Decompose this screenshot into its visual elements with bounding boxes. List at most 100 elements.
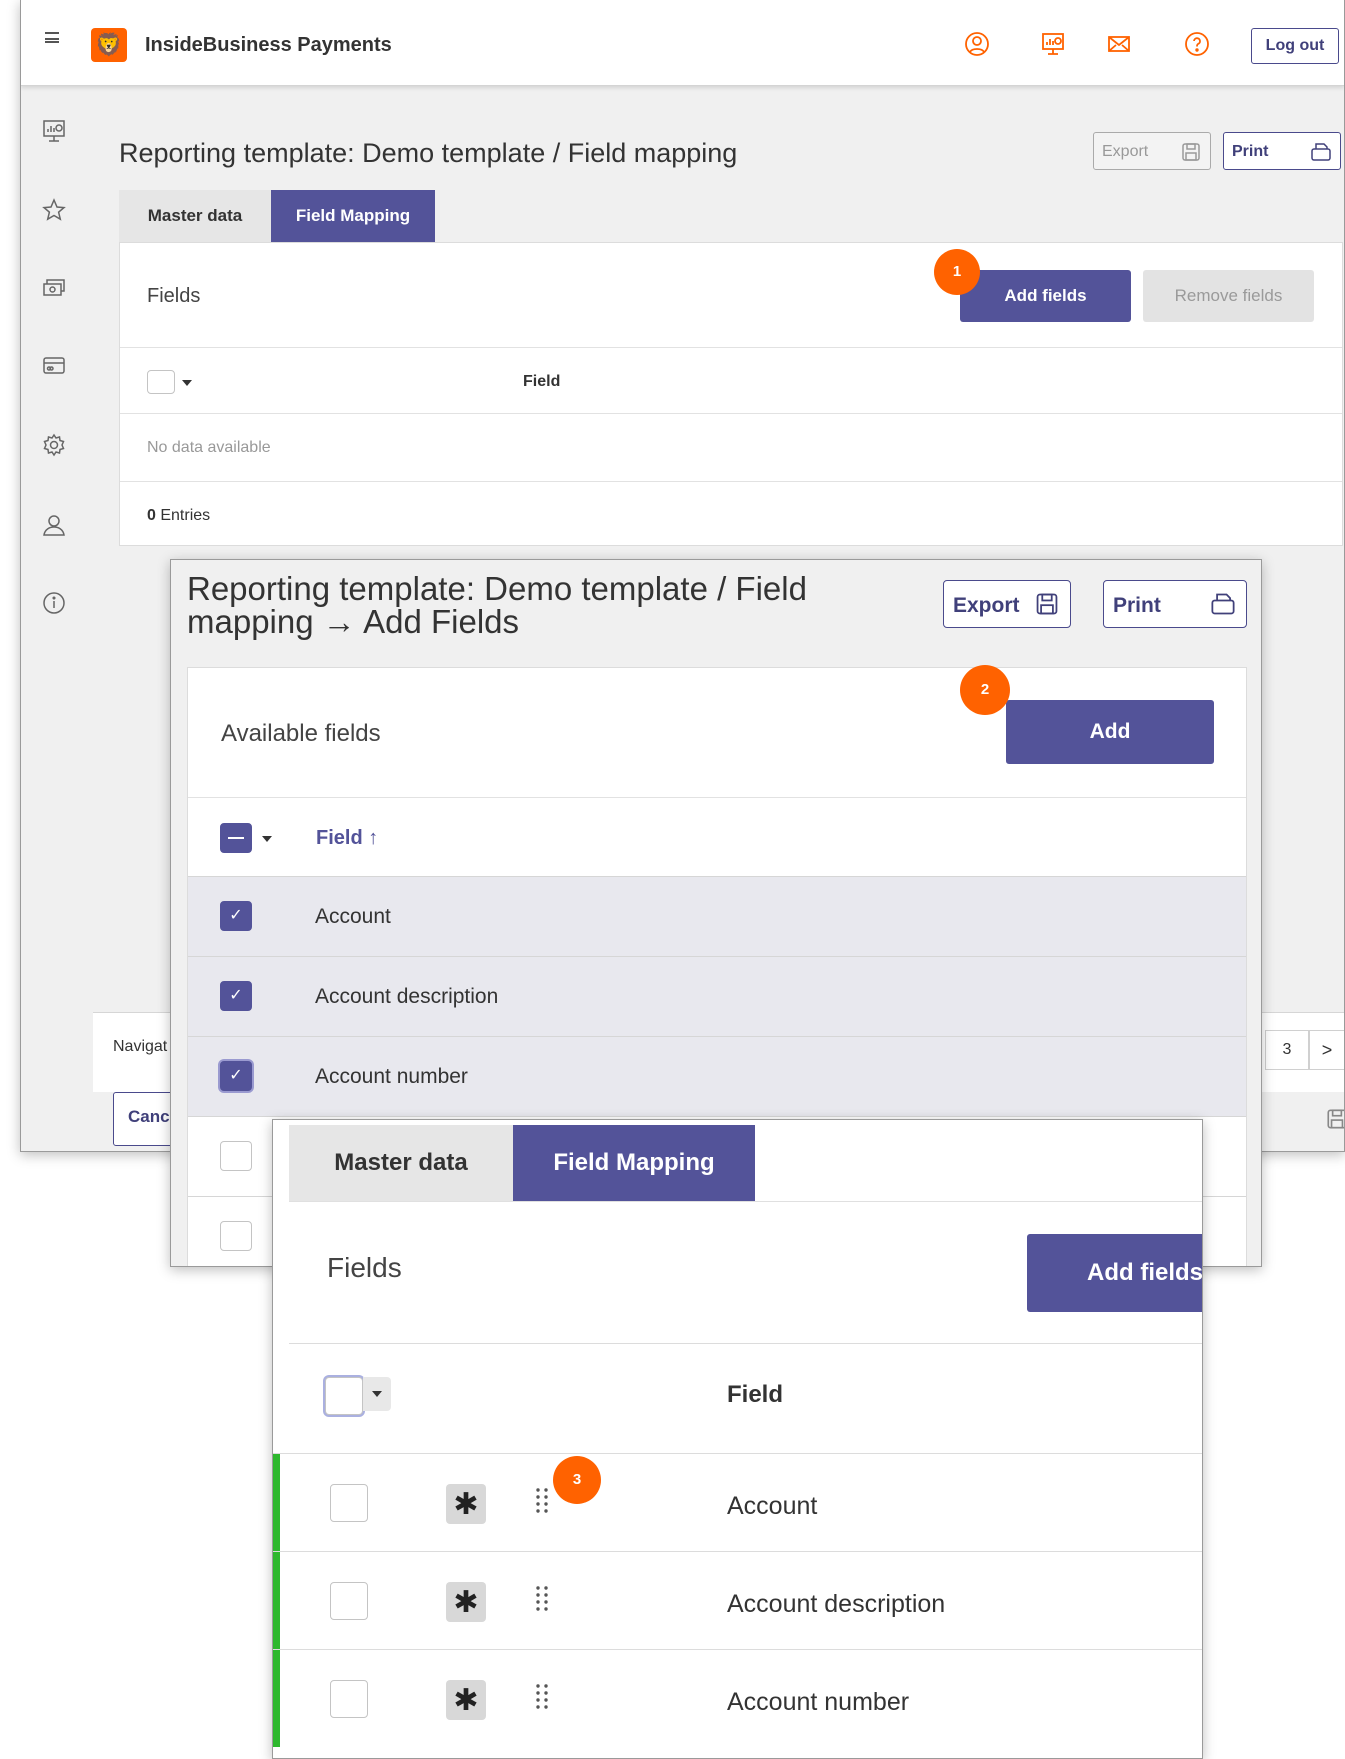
presentation-icon[interactable] [1039,30,1067,58]
save-icon [1182,143,1200,161]
row-checkbox[interactable] [330,1680,368,1718]
table-row[interactable]: ✓ Account description [188,956,1246,1036]
step-badge-1: 1 [934,249,980,295]
tab-field-mapping[interactable]: Field Mapping [513,1125,755,1201]
next-page-button[interactable]: > [1309,1030,1344,1070]
mail-icon[interactable] [1105,30,1133,58]
column-header-field[interactable]: Field ↑ [316,827,378,850]
lion-logo: 🦁 [91,28,127,62]
add-button[interactable]: Add [1006,700,1214,764]
help-icon[interactable] [1183,30,1211,58]
row-label: Account [315,905,391,928]
tab-master-data[interactable]: Master data [119,190,271,242]
fields-heading: Fields [327,1252,402,1283]
row-label: Account description [727,1590,946,1618]
status-bar [273,1454,280,1551]
print-label: Print [1232,143,1269,160]
column-header-field[interactable]: Field [523,373,560,391]
row-checkbox[interactable]: ✓ [220,1061,252,1091]
table-row[interactable]: ✱ Account [273,1453,1202,1551]
status-bar [273,1552,280,1649]
divider [188,797,1246,798]
star-icon[interactable] [41,197,67,223]
footer-navigation-label: Navigat [113,1038,168,1055]
fields-panel: Fields Add fields Remove fields Field No… [119,242,1343,546]
chevron-down-icon[interactable] [182,380,192,386]
chevron-down-icon [372,1391,382,1397]
print-button[interactable]: Print [1223,132,1341,170]
save-icon [1036,593,1058,615]
printer-icon [1311,143,1331,161]
select-all-checkbox[interactable] [147,370,175,394]
divider [120,347,1342,348]
page-number-button[interactable]: 3 [1265,1030,1309,1070]
export-button[interactable]: Export [943,580,1071,628]
row-label: Account number [727,1688,910,1716]
row-label: Account [727,1492,818,1520]
remove-fields-button[interactable]: Remove fields [1143,270,1314,322]
chevron-down-icon[interactable] [262,836,272,842]
tab-master-data[interactable]: Master data [289,1125,513,1201]
user-icon[interactable] [963,30,991,58]
empty-message: No data available [147,439,271,456]
table-row[interactable]: ✱ Account number [273,1649,1202,1747]
cash-icon[interactable] [41,275,67,301]
drag-handle-icon[interactable] [535,1585,549,1613]
select-all-dropdown[interactable] [363,1377,391,1411]
column-header-field[interactable]: Field [727,1381,783,1409]
add-fields-button[interactable]: Add fields [1027,1234,1202,1312]
gear-icon[interactable] [41,432,67,458]
presentation-icon[interactable] [41,118,67,144]
tab-bar: Master data Field Mapping [119,190,435,242]
export-label: Export [1102,143,1149,160]
table-header: Field [289,1343,1202,1443]
drag-handle-icon[interactable] [535,1683,549,1711]
step-badge-2: 2 [960,665,1010,715]
row-label: Account description [315,985,499,1008]
asterisk-icon: ✱ [446,1582,486,1622]
asterisk-icon: ✱ [446,1680,486,1720]
entries-number: 0 [147,507,156,524]
row-checkbox[interactable] [220,1141,252,1171]
fields-header: Fields Add fields [289,1201,1202,1343]
dialog-title: Reporting template: Demo template / Fiel… [187,570,807,640]
fields-heading: Fields [147,285,201,307]
page-title: Reporting template: Demo template / Fiel… [119,138,738,168]
user-icon[interactable] [41,512,67,538]
export-label: Export [953,594,1020,617]
tab-field-mapping[interactable]: Field Mapping [271,190,435,242]
table-row[interactable]: ✓ Account [188,876,1246,956]
asterisk-icon: ✱ [446,1484,486,1524]
row-checkbox[interactable] [330,1484,368,1522]
add-fields-button[interactable]: Add fields [960,270,1131,322]
row-checkbox[interactable] [330,1582,368,1620]
status-bar [273,1650,280,1747]
menu-icon[interactable] [45,32,59,43]
minus-icon [228,837,244,839]
card-icon[interactable] [41,352,67,378]
row-checkbox[interactable]: ✓ [220,901,252,931]
drag-handle-icon[interactable] [535,1487,549,1515]
print-label: Print [1113,594,1161,617]
entries-count: 0 Entries [147,507,210,525]
printer-icon [1211,593,1235,615]
row-checkbox[interactable] [220,1221,252,1251]
entries-label: Entries [160,507,211,524]
divider [120,481,1342,482]
row-checkbox[interactable]: ✓ [220,981,252,1011]
select-all-checkbox[interactable] [325,1377,363,1415]
info-icon[interactable] [41,590,67,616]
row-label: Account number [315,1065,468,1088]
export-button[interactable]: Export [1093,132,1211,170]
app-title: InsideBusiness Payments [145,34,392,56]
select-all-checkbox[interactable] [220,823,252,853]
step-badge-3: 3 [553,1456,601,1504]
top-bar: 🦁 InsideBusiness Payments Log out [21,0,1344,86]
print-button[interactable]: Print [1103,580,1247,628]
field-mapping-window: Master data Field Mapping Fields Add fie… [272,1119,1203,1759]
table-row[interactable]: ✱ Account description [273,1551,1202,1649]
table-row[interactable]: ✓ Account number [188,1036,1246,1116]
save-icon[interactable] [1325,1106,1345,1132]
logout-button[interactable]: Log out [1251,28,1339,64]
available-fields-heading: Available fields [221,720,381,747]
